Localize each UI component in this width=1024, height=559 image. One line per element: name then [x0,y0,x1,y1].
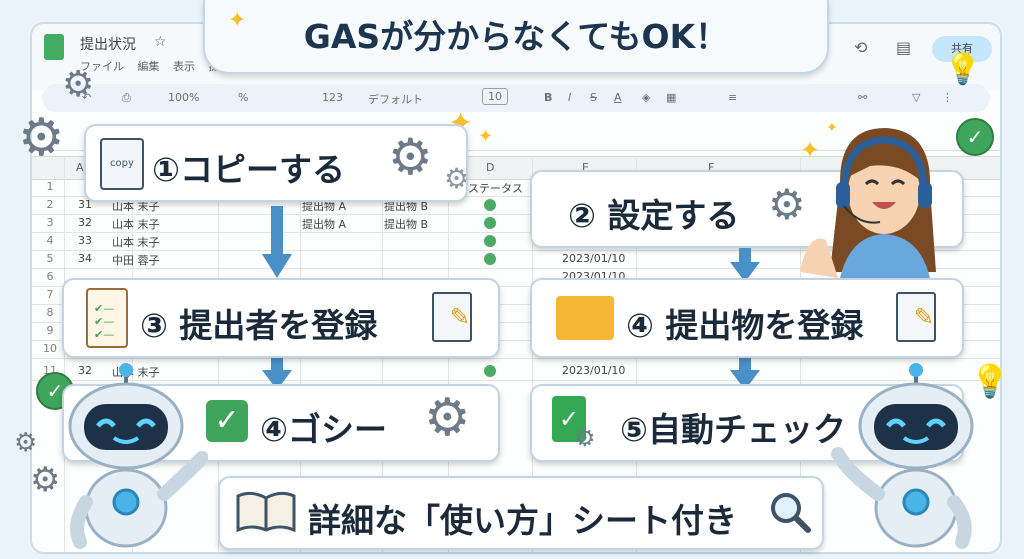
check-icon [484,199,496,211]
step-register-submitters: ✔— ✔— ✔— ③ 提出者を登録 ✎ [62,278,500,358]
cell-id: 32 [78,216,92,229]
clipboard-icon: ✔— ✔— ✔— [86,288,128,348]
gear-icon: ⚙ [14,428,38,458]
gear-icon: ⚙ [18,108,65,168]
cell-id: 34 [78,252,92,265]
cell-date: 2023/01/10 [562,364,626,377]
step-settings-label: ② 設定する [568,196,740,235]
copy-icon-label: copy [110,158,134,169]
more-icon[interactable]: ⋮ [942,91,953,104]
step-gossip-label: ④ゴシー [260,410,387,449]
folder-icon [556,296,614,340]
step-register-submitters-label: ③ 提出者を登録 [140,306,378,345]
sheet-title[interactable]: 提出状況 [80,34,136,54]
cell-name: 山本 末子 [112,218,160,231]
menu-item-view[interactable]: 表示 [173,60,195,73]
open-book-icon [236,490,296,533]
font-size-input[interactable]: 10 [482,88,508,105]
star-icon[interactable]: ☆ [154,34,167,50]
link-icon[interactable]: ⚯ [858,91,867,104]
banner-title: GASが分からなくてもOK！ [303,17,729,56]
fill-color-icon[interactable]: ◈ [642,91,650,104]
title-banner: GASが分からなくてもOK！ [203,0,829,74]
checkbox-icon: ✓ [206,400,248,442]
edit-document-icon: ✎ [432,292,472,342]
filter-icon[interactable]: ▽ [912,91,920,104]
row-number: 8 [46,306,54,319]
magnifier-icon [768,490,812,534]
step-copy: copy ①コピーする ⚙ ⚙ [84,124,470,202]
gear-icon: ⚙ [574,424,596,452]
step-register-submissions: ④ 提出物を登録 ✎ [530,278,964,358]
text-color-icon[interactable]: A [614,91,622,104]
check-icon [484,217,496,229]
row-number: 5 [46,252,54,265]
cell-d: 提出物 B [384,218,429,231]
footer-label: 詳細な「使い方」シート付き [308,501,737,540]
arrow-down-icon [262,206,292,280]
footer-guide: 詳細な「使い方」シート付き [218,476,824,550]
borders-icon[interactable]: ▦ [666,91,676,104]
row-number: 4 [46,234,54,247]
row-number: 9 [46,324,54,337]
toolbar: ↶ ⎙ 100% % 123 デフォルト 10 B I S A ◈ ▦ ≡ ⚯ … [42,84,990,112]
step-auto-check-label: ⑤自動チェック [620,410,846,449]
sheets-logo-icon [44,34,64,60]
comment-icon[interactable]: ▤ [896,38,911,57]
menu-item-edit[interactable]: 編集 [138,60,160,73]
support-character [800,122,950,278]
gear-icon: ⚙ [388,128,433,186]
sparkle-icon: ✦ [228,8,247,33]
check-icon [484,253,496,265]
print-icon[interactable]: ⎙ [122,91,131,105]
step-register-submissions-label: ④ 提出物を登録 [626,306,864,345]
status-header: ステータス [468,182,523,195]
zoom-select[interactable]: 100% [168,91,199,104]
robot-mascot-right [826,362,986,552]
italic-icon[interactable]: I [568,91,571,104]
lightbulb-icon: 💡 [944,52,982,87]
gear-icon: ⚙ [424,388,471,448]
row-number: 7 [46,288,54,301]
step-copy-label: ①コピーする [152,150,345,189]
row-number: 6 [46,270,54,283]
row-number: 2 [46,198,54,211]
align-icon[interactable]: ≡ [728,91,737,104]
check-bubble-icon: ✓ [956,118,994,156]
font-select[interactable]: デフォルト [368,91,423,107]
row-number: 10 [43,342,57,355]
col-header-a[interactable]: A [76,161,84,174]
gear-icon: ⚙ [444,162,470,195]
robot-mascot-left [56,362,209,552]
col-header-d[interactable]: D [486,161,494,174]
cell-id: 33 [78,234,92,247]
strike-icon[interactable]: S [590,91,597,104]
edit-document-icon: ✎ [896,292,936,342]
cell-c: 提出物 A [302,218,347,231]
row-number: 3 [46,216,54,229]
bold-icon[interactable]: B [544,91,552,104]
cell-date: 2023/01/10 [562,252,626,265]
gear-icon: ⚙ [62,64,95,105]
check-icon [484,365,496,377]
copy-document-icon: copy [100,138,144,190]
currency-icon[interactable]: % [238,91,248,104]
number-format-icon[interactable]: 123 [322,91,343,104]
cell-name: 山本 末子 [112,236,160,249]
history-icon[interactable]: ⟲ [854,38,867,57]
row-number: 1 [46,180,54,193]
sparkle-icon: ✦ [478,126,494,147]
check-icon [484,235,496,247]
cell-name: 中田 蓉子 [112,254,160,267]
